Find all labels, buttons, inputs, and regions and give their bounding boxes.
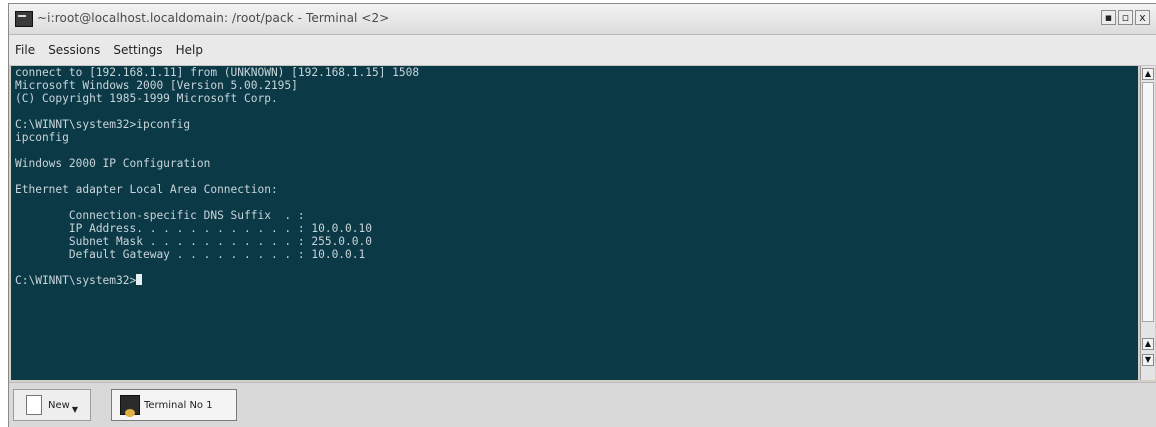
terminal-line: Ethernet adapter Local Area Connection: [15,183,278,196]
terminal-line: Subnet Mask . . . . . . . . . . . : 255.… [15,235,372,248]
terminal-line: Microsoft Windows 2000 [Version 5.00.219… [15,79,298,92]
terminal-icon [120,395,140,417]
menu-file[interactable]: File [15,43,35,57]
document-icon [26,395,42,415]
session-tab-label: Terminal No 1 [144,399,213,411]
window-title: ~i:root@localhost.localdomain: /root/pac… [37,11,390,25]
scroll-up-icon[interactable]: ▲ [1142,68,1154,80]
title-bar[interactable]: ~i:root@localhost.localdomain: /root/pac… [9,4,1156,35]
session-tab-bar: New ▼ Terminal No 1 [9,382,1156,427]
terminal-prompt-line: C:\WINNT\system32> [11,274,1138,287]
menu-sessions[interactable]: Sessions [48,43,100,57]
scroll-up-icon[interactable]: ▲ [1142,338,1154,350]
terminal-prompt: C:\WINNT\system32> [15,274,137,287]
menu-help[interactable]: Help [176,43,203,57]
menu-bar: File Sessions Settings Help [9,35,1156,66]
terminal-line: C:\WINNT\system32>ipconfig [15,118,191,131]
vertical-scrollbar[interactable]: ▲ ▲ ▼ [1140,66,1155,380]
terminal-line: Connection-specific DNS Suffix . : [15,209,305,222]
minimize-button[interactable]: ▪ [1101,10,1116,25]
chevron-down-icon: ▼ [71,404,78,414]
terminal-line: Default Gateway . . . . . . . . . : 10.0… [15,248,366,261]
scrollbar-thumb[interactable] [1142,82,1154,322]
window-controls: ▪ ▫ x [1101,10,1150,25]
terminal-line: ipconfig [15,131,69,144]
text-cursor [136,274,143,285]
terminal-line: IP Address. . . . . . . . . . . . : 10.0… [15,222,372,235]
session-tab-terminal-1[interactable]: Terminal No 1 [111,389,237,421]
terminal-window: ~i:root@localhost.localdomain: /root/pac… [8,3,1156,427]
terminal-line: Windows 2000 IP Configuration [15,157,211,170]
new-session-label: New [48,399,70,411]
menu-settings[interactable]: Settings [113,43,162,57]
scroll-down-icon[interactable]: ▼ [1142,354,1154,366]
new-session-button[interactable]: New ▼ [13,389,91,421]
close-button[interactable]: x [1135,10,1150,25]
maximize-button[interactable]: ▫ [1118,10,1133,25]
terminal-line: (C) Copyright 1985-1999 Microsoft Corp. [15,92,278,105]
terminal-output[interactable]: connect to [192.168.1.11] from (UNKNOWN)… [11,66,1138,380]
terminal-line: connect to [192.168.1.11] from (UNKNOWN)… [15,66,420,79]
window-menu-icon[interactable] [15,11,33,27]
